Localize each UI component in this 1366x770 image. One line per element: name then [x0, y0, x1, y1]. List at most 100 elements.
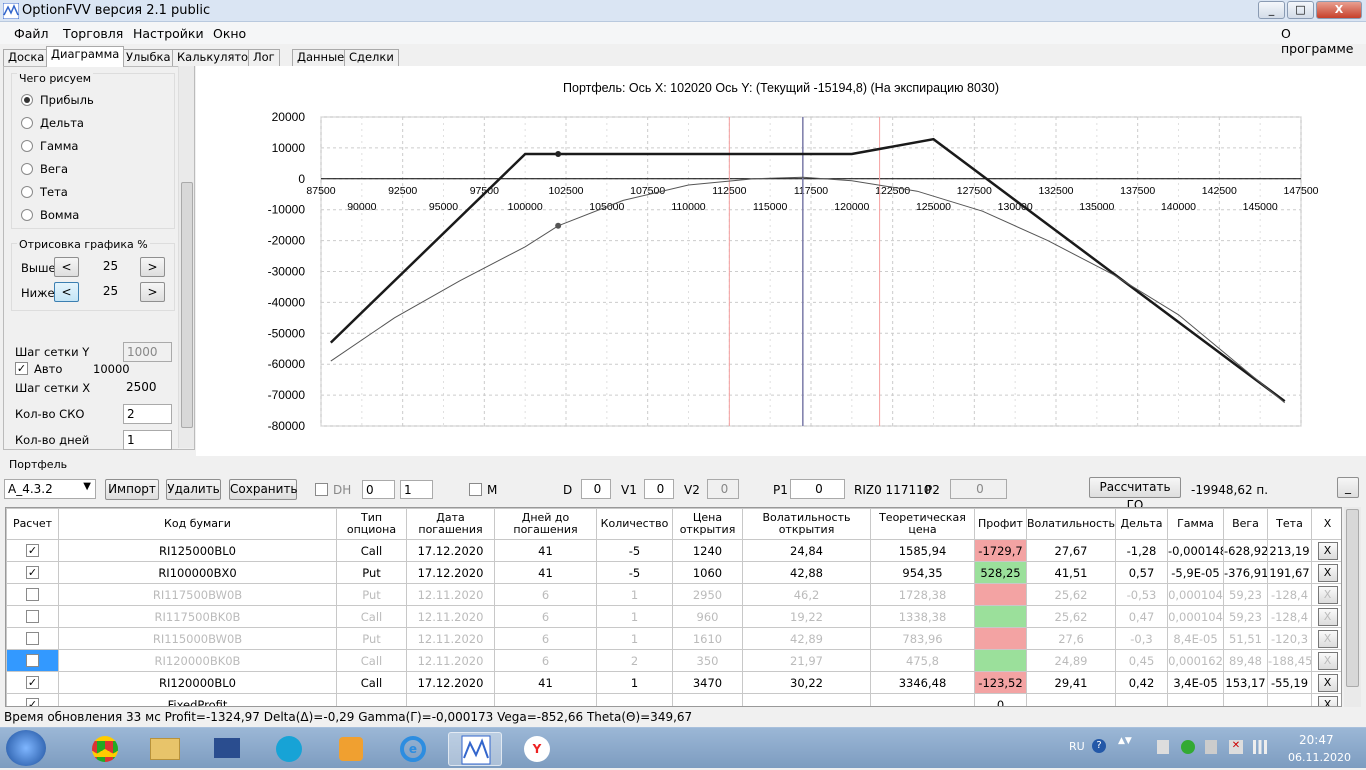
- row-checkbox[interactable]: [26, 654, 39, 667]
- table-row[interactable]: RI117500BK0B Call 12.11.2020 6 1 960 19,22 1338…: [6, 605, 1341, 628]
- remove-row-button[interactable]: X: [1317, 541, 1338, 560]
- row-checkbox[interactable]: ✓: [26, 698, 39, 706]
- remove-row-button[interactable]: X: [1317, 629, 1338, 648]
- menu-about[interactable]: О программе: [1281, 26, 1366, 56]
- menu-trade[interactable]: Торговля: [63, 26, 123, 41]
- left-scroll-thumb[interactable]: [181, 182, 193, 428]
- minimize-button[interactable]: _: [1258, 1, 1285, 19]
- radio-2[interactable]: [21, 140, 33, 152]
- table-scroll-thumb[interactable]: [1346, 509, 1359, 687]
- tab-data[interactable]: Данные: [292, 49, 350, 66]
- volume-icon[interactable]: [1205, 740, 1217, 754]
- tab-smile[interactable]: Улыбка: [121, 49, 176, 66]
- table-row[interactable]: RI117500BW0B Put 12.11.2020 6 1 2950 46,2 1728,…: [6, 583, 1341, 606]
- help-icon[interactable]: ?: [1092, 739, 1106, 753]
- table-row[interactable]: ✓ RI120000BL0 Call 17.12.2020 41 1 3470 30,22 33…: [6, 671, 1341, 694]
- radio-3[interactable]: [21, 163, 33, 175]
- optionfvv-taskbar-icon[interactable]: [448, 732, 502, 766]
- menu-file[interactable]: Файл: [14, 26, 49, 41]
- clock-time[interactable]: 20:47: [1299, 733, 1334, 747]
- radio-5[interactable]: [21, 209, 33, 221]
- network-icon[interactable]: [200, 732, 254, 766]
- explorer-icon[interactable]: [138, 732, 192, 766]
- menu-settings[interactable]: Настройки: [133, 26, 204, 41]
- column-header[interactable]: Вега: [1223, 508, 1268, 540]
- tray-antivirus-icon[interactable]: [1181, 740, 1195, 754]
- yandex-icon[interactable]: Y: [510, 732, 564, 766]
- save-button[interactable]: Сохранить: [229, 479, 298, 500]
- column-header[interactable]: Гамма: [1167, 508, 1224, 540]
- column-header[interactable]: Дельта: [1115, 508, 1168, 540]
- language-indicator[interactable]: RU: [1069, 740, 1085, 753]
- column-header[interactable]: Количество: [596, 508, 673, 540]
- row-checkbox[interactable]: ✓: [26, 676, 39, 689]
- above-decrease-button[interactable]: <: [54, 257, 79, 277]
- grid-y-input[interactable]: 1000: [123, 342, 172, 362]
- column-header[interactable]: Код бумаги: [58, 508, 337, 540]
- portfolio-select[interactable]: A_4.3.2 ▼: [4, 479, 96, 499]
- p2-input[interactable]: 0: [950, 479, 1007, 499]
- column-header[interactable]: Волатильность: [1026, 508, 1116, 540]
- auto-checkbox[interactable]: ✓: [15, 362, 28, 375]
- start-button[interactable]: [6, 730, 46, 766]
- remove-row-button[interactable]: X: [1317, 673, 1338, 692]
- v1-input[interactable]: 0: [644, 479, 674, 499]
- column-header[interactable]: X: [1311, 508, 1341, 540]
- column-header[interactable]: Теоретическая цена: [870, 508, 975, 540]
- remove-row-button[interactable]: X: [1317, 695, 1338, 706]
- table-row[interactable]: RI120000BK0B Call 12.11.2020 6 2 350 21,97 475,…: [6, 649, 1341, 672]
- table-row[interactable]: ✓ FixedProfit 0 X: [6, 693, 1341, 706]
- ie-icon[interactable]: e: [386, 732, 440, 766]
- media-player-icon[interactable]: [324, 732, 378, 766]
- dh-checkbox[interactable]: [315, 483, 328, 496]
- column-header[interactable]: Цена открытия: [672, 508, 743, 540]
- column-header[interactable]: Дата погашения: [406, 508, 495, 540]
- dh-spinner-1[interactable]: 0: [362, 480, 395, 499]
- chrome-icon[interactable]: [78, 732, 132, 766]
- table-row[interactable]: RI115000BW0B Put 12.11.2020 6 1 1610 42,89 783,…: [6, 627, 1341, 650]
- remove-row-button[interactable]: X: [1317, 563, 1338, 582]
- row-checkbox[interactable]: [26, 632, 39, 645]
- dh-spinner-2[interactable]: 1: [400, 480, 433, 499]
- radio-4[interactable]: [21, 186, 33, 198]
- m-checkbox[interactable]: [469, 483, 482, 496]
- below-decrease-button[interactable]: <: [54, 282, 79, 302]
- sko-input[interactable]: 2: [123, 404, 172, 424]
- clock-date[interactable]: 06.11.2020: [1288, 751, 1351, 764]
- tab-board[interactable]: Доска: [3, 49, 50, 66]
- radio-1[interactable]: [21, 117, 33, 129]
- column-header[interactable]: Волатильность открытия: [742, 508, 871, 540]
- tab-log[interactable]: Лог: [248, 49, 280, 66]
- table-row[interactable]: ✓ RI100000BX0 Put 17.12.2020 41 -5 1060 42,88 95…: [6, 561, 1341, 584]
- below-increase-button[interactable]: >: [140, 282, 165, 302]
- remove-row-button[interactable]: X: [1317, 607, 1338, 626]
- close-button[interactable]: X: [1316, 1, 1362, 19]
- remove-row-button[interactable]: X: [1317, 585, 1338, 604]
- tray-flag-icon[interactable]: ✕: [1229, 740, 1243, 754]
- tray-expand-icon[interactable]: ▲▼: [1118, 736, 1132, 746]
- left-scrollbar[interactable]: [178, 66, 194, 448]
- row-checkbox[interactable]: [26, 610, 39, 623]
- remove-row-button[interactable]: X: [1317, 651, 1338, 670]
- days-input[interactable]: 1: [123, 430, 172, 450]
- table-row[interactable]: ✓ RI125000BL0 Call 17.12.2020 41 -5 1240 24,84 1…: [6, 539, 1341, 562]
- row-checkbox[interactable]: [26, 588, 39, 601]
- minimize-grid-button[interactable]: _: [1337, 477, 1359, 498]
- above-increase-button[interactable]: >: [140, 257, 165, 277]
- d-input[interactable]: 0: [581, 479, 611, 499]
- calc-go-button[interactable]: Рассчитать ГО: [1089, 477, 1181, 512]
- p1-input[interactable]: 0: [790, 479, 845, 499]
- row-checkbox[interactable]: ✓: [26, 544, 39, 557]
- shield-icon[interactable]: [262, 732, 316, 766]
- signal-icon[interactable]: [1253, 740, 1267, 754]
- tab-deals[interactable]: Сделки: [344, 49, 399, 66]
- menu-window[interactable]: Окно: [213, 26, 246, 41]
- column-header[interactable]: Расчет: [6, 508, 59, 540]
- import-button[interactable]: Импорт: [105, 479, 159, 500]
- grid-x-input[interactable]: 2500: [123, 378, 172, 398]
- column-header[interactable]: Тета: [1267, 508, 1312, 540]
- column-header[interactable]: Тип опциона: [336, 508, 407, 540]
- delete-button[interactable]: Удалить: [166, 479, 221, 500]
- column-header[interactable]: Дней до погашения: [494, 508, 597, 540]
- row-checkbox[interactable]: ✓: [26, 566, 39, 579]
